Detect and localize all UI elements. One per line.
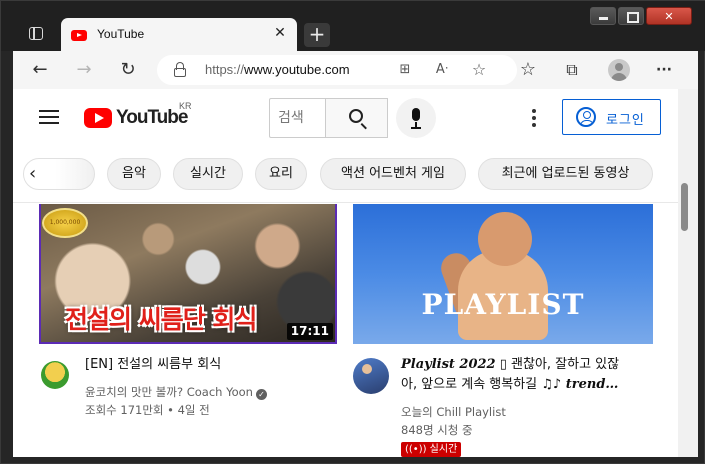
video-title[interactable]: [EN] 전설의 씨름부 회식 [85,355,335,375]
forward-button[interactable]: → [71,58,97,82]
add-favorite-icon[interactable]: ☆ [469,61,489,79]
page-scrollbar[interactable] [678,89,698,457]
sign-in-label: 로그인 [606,113,645,128]
live-badge: ((•)) 실시간 [401,442,462,457]
chip-action-adventure[interactable]: 액션 어드벤처 게임 [320,158,466,190]
channel-avatar[interactable] [353,358,389,394]
read-aloud-icon[interactable]: Aᐧ [432,61,452,79]
microphone-icon [412,108,420,121]
guide-menu-icon[interactable] [39,109,59,125]
video-card-2: PLAYLIST Playlist 2022 ▯ 괜찮아, 잘하고 있잖 아, … [353,204,673,457]
back-button[interactable]: ← [27,58,53,82]
sign-in-button[interactable]: 로그인 [562,99,661,135]
page-viewport: YouTube KR 로그인 ‹ 음악 실시간 [13,89,678,457]
url-text[interactable]: https://www.youtube.com [205,62,350,77]
chips-previous-icon[interactable]: ‹ [29,162,53,186]
region-code: KR [179,101,192,111]
collections-icon[interactable]: ⧉ [559,58,585,82]
window-controls [590,7,700,27]
thumbnail-caption: PLAYLIST [421,288,585,321]
new-tab-button[interactable]: + [304,23,330,47]
profile-avatar-icon[interactable] [608,59,630,81]
address-bar[interactable]: https://www.youtube.com ⊞ Aᐧ ☆ [157,55,517,85]
account-icon [576,107,596,127]
video-card-1: 전설의 씨름단 회식 17:11 [EN] 전설의 씨름부 회식 윤코치의 맛만… [39,204,339,457]
search-button[interactable] [325,98,388,138]
viewers-count: 848명 시청 중 [401,423,473,437]
chip-cooking[interactable]: 요리 [255,158,307,190]
video-title-line2: 아, 앞으로 계속 행복하길 ♫♪ [401,377,562,392]
video-title-em2: trend… [561,377,619,392]
video-title-part: ▯ 괜찮아, 잘하고 있잖 [495,357,620,372]
minimize-button[interactable] [590,7,616,25]
tab-youtube[interactable]: YouTube ✕ [61,18,297,51]
verified-icon: ✓ [255,389,267,400]
youtube-play-icon [84,108,112,128]
url-scheme: https:// [205,62,245,77]
video-stats: 조회수 171만회 • 4일 전 [85,403,210,417]
app-available-icon[interactable]: ⊞ [395,61,415,79]
chip-live[interactable]: 실시간 [173,158,243,190]
youtube-logo[interactable]: YouTube KR [84,101,194,131]
video-duration: 17:11 [286,323,333,340]
favorites-icon[interactable]: ☆ [515,58,541,82]
window-close-button[interactable] [646,7,692,25]
settings-menu-icon[interactable]: ··· [651,58,677,82]
youtube-favicon-icon [71,30,87,41]
youtube-masthead: YouTube KR 로그인 [13,89,678,146]
tab-title: YouTube [97,27,145,41]
refresh-button[interactable]: ↻ [115,58,141,82]
browser-window: YouTube ✕ + ← → ↻ https://www.youtube.co… [0,0,705,464]
chip-recently-uploaded[interactable]: 최근에 업로드된 동영상 [478,158,653,190]
video-thumbnail[interactable]: PLAYLIST [353,204,653,344]
video-thumbnail[interactable]: 전설의 씨름단 회식 17:11 [39,204,337,344]
video-title-em: Playlist 2022 [401,357,496,372]
channel-name[interactable]: 윤코치의 맛만 볼까? Coach Yoon ✓ [85,383,267,401]
channel-avatar[interactable] [41,361,69,389]
chip-bar: ‹ 음악 실시간 요리 액션 어드벤처 게임 최근에 업로드된 동영상 [13,146,678,203]
tab-actions-icon[interactable] [21,23,51,45]
lock-icon[interactable] [173,62,187,78]
voice-search-button[interactable] [396,98,436,138]
more-options-icon[interactable] [530,109,538,127]
youtube-wordmark: YouTube [116,107,188,128]
search-icon [349,109,363,123]
chip-music[interactable]: 음악 [107,158,161,190]
video-title[interactable]: Playlist 2022 ▯ 괜찮아, 잘하고 있잖 아, 앞으로 계속 행복… [401,355,666,395]
search-input[interactable] [270,99,324,137]
tab-close-icon[interactable]: ✕ [271,24,289,42]
url-host: www.youtube.com [244,62,350,77]
channel-name-text: 윤코치의 맛만 볼까? Coach Yoon [85,385,253,399]
tab-strip: YouTube ✕ + [1,1,705,51]
channel-name[interactable]: 오늘의 Chill Playlist [401,403,506,421]
scrollbar-thumb[interactable] [681,183,688,231]
browser-toolbar: ← → ↻ https://www.youtube.com ⊞ Aᐧ ☆ ☆ ⧉… [13,51,698,89]
maximize-button[interactable] [618,7,644,25]
search-box [269,98,325,138]
